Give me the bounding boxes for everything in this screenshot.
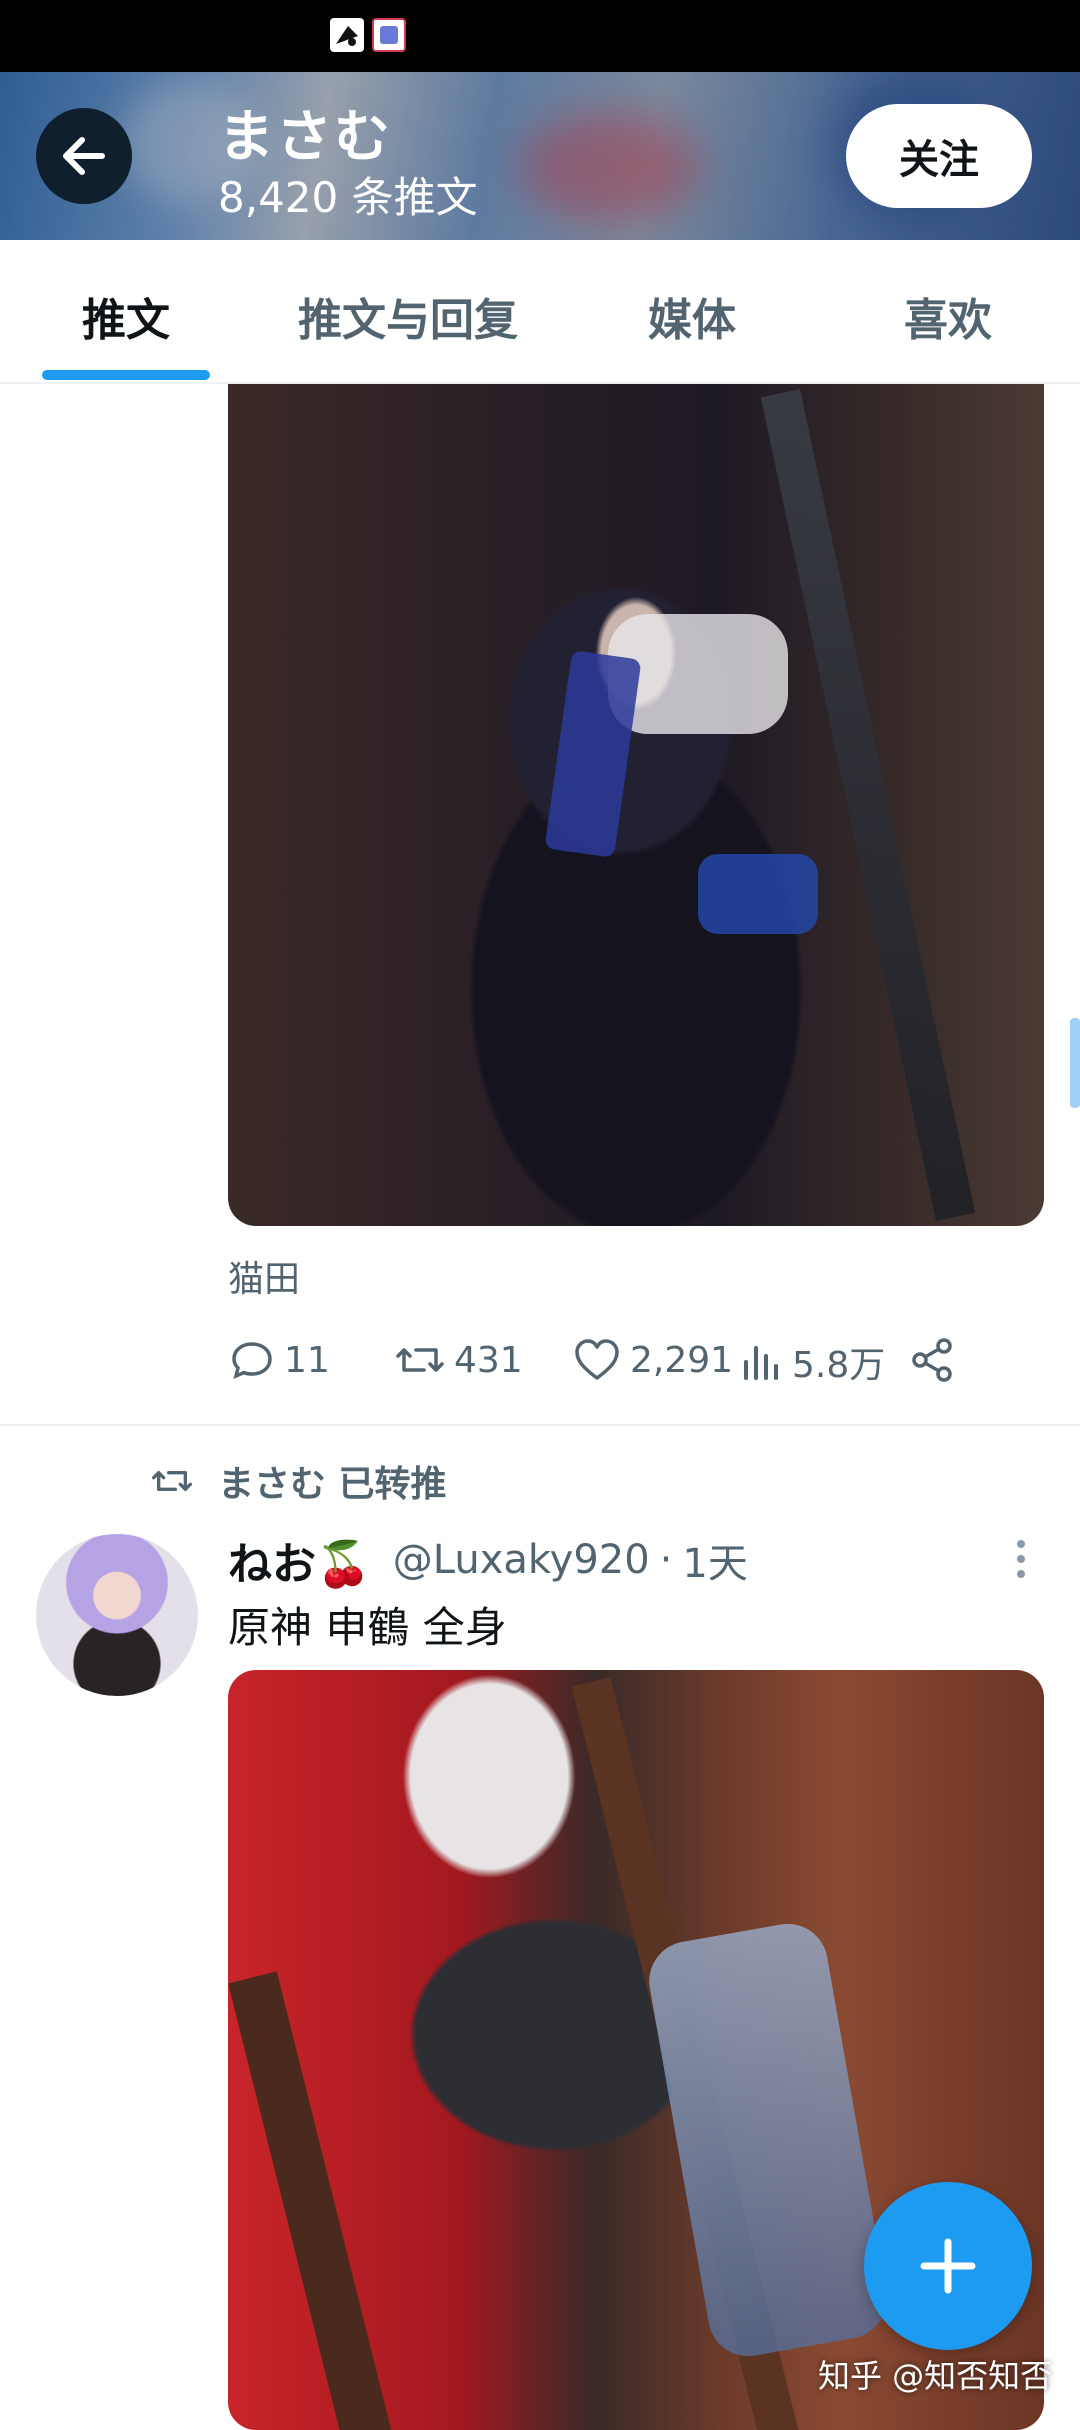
like-button[interactable]: 2,291 — [572, 1336, 733, 1384]
profile-name: まさむ — [218, 105, 392, 170]
app-notification-icon — [330, 18, 364, 52]
profile-header: まさむ 8,420 条推文 关注 — [0, 72, 1080, 240]
status-bar — [0, 0, 1080, 72]
back-button[interactable] — [36, 108, 132, 204]
retweet-icon — [152, 1471, 192, 1491]
compose-plus-icon — [920, 2238, 976, 2294]
more-icon[interactable] — [1006, 1534, 1036, 1584]
tweet-text: 原神 申鶴 全身 — [228, 1603, 507, 1652]
compose-button[interactable] — [864, 2182, 1032, 2350]
retweet-button[interactable]: 431 — [394, 1336, 523, 1384]
view-count: 5.8万 — [792, 1345, 886, 1386]
reply-count: 11 — [284, 1339, 330, 1381]
tab-media[interactable]: 媒体 — [648, 284, 736, 348]
reply-icon — [232, 1342, 272, 1380]
retweet-count: 431 — [454, 1339, 523, 1381]
retweet-context: まさむ 已转推 — [148, 1456, 447, 1506]
like-icon — [575, 1339, 619, 1380]
post-actions: 11 431 2,291 5.8万 — [228, 1336, 1028, 1396]
separator-dot: · — [659, 1537, 673, 1583]
retweet-icon — [396, 1348, 444, 1372]
app-notification-icon-2 — [372, 18, 406, 52]
tab-tweets[interactable]: 推文 — [82, 284, 170, 348]
views-icon — [744, 1346, 778, 1380]
follow-button[interactable]: 关注 — [846, 104, 1032, 208]
share-icon — [912, 1338, 952, 1382]
share-button[interactable] — [908, 1336, 956, 1384]
retweet-label[interactable]: まさむ 已转推 — [218, 1455, 447, 1507]
author-handle[interactable]: @Luxaky920 — [393, 1537, 650, 1583]
tab-tweets-and-replies[interactable]: 推文与回复 — [298, 284, 518, 348]
reply-button[interactable]: 11 — [228, 1336, 330, 1384]
post-caption: 猫田 — [228, 1259, 301, 1300]
tweet-time[interactable]: 1天 — [682, 1531, 747, 1589]
author-name[interactable]: ねお🍒 — [228, 1528, 371, 1592]
post-image[interactable] — [228, 384, 1044, 1226]
tab-likes[interactable]: 喜欢 — [904, 284, 992, 348]
profile-tabs: 推文 推文与回复 媒体 喜欢 — [0, 240, 1080, 384]
scrollbar[interactable] — [1070, 1018, 1080, 1108]
views-button[interactable]: 5.8万 — [740, 1336, 885, 1388]
avatar[interactable] — [36, 1534, 198, 1696]
active-tab-indicator — [42, 370, 210, 380]
watermark: 知乎 @知否知否 — [818, 2357, 1053, 2395]
back-arrow-icon — [63, 137, 105, 175]
tweet-header: ねお🍒 @Luxaky920 · 1天 — [228, 1530, 748, 1590]
tweet-count: 8,420 条推文 — [218, 173, 478, 222]
post-divider — [0, 1424, 1080, 1426]
like-count: 2,291 — [630, 1339, 734, 1381]
